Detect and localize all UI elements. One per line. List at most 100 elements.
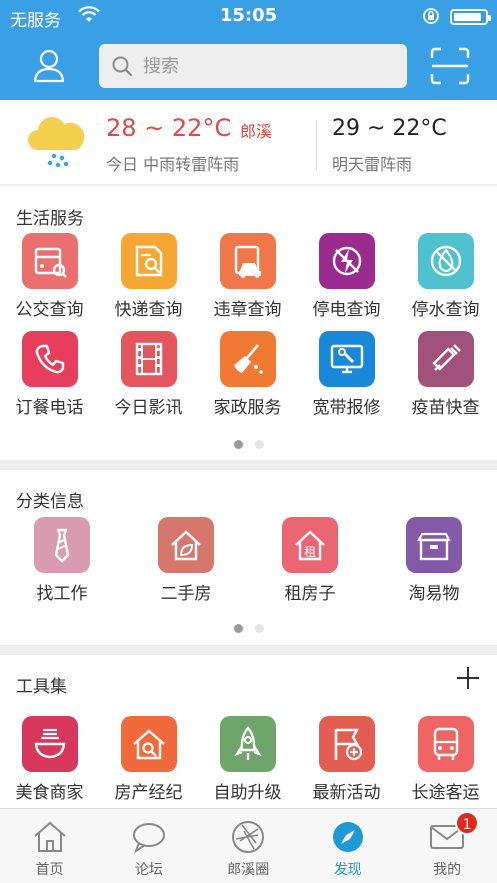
section-title-life-services: 生活服务 bbox=[16, 209, 84, 229]
search-icon bbox=[111, 55, 133, 77]
search-input[interactable] bbox=[143, 50, 393, 82]
tomorrow-forecast: 明天雷阵雨 bbox=[332, 155, 413, 174]
service-tile[interactable]: 租租房子 bbox=[248, 517, 372, 604]
service-tile[interactable]: 美食商家 bbox=[1, 716, 98, 803]
tie-icon bbox=[34, 517, 90, 573]
service-tile[interactable]: 房产经纪 bbox=[100, 716, 197, 803]
status-bar: 无服务 15:05 bbox=[0, 0, 497, 34]
page-indicator-classified bbox=[0, 618, 497, 633]
scan-icon bbox=[430, 47, 470, 85]
flag-plus-icon bbox=[318, 716, 375, 772]
home-icon bbox=[30, 817, 70, 857]
tile-label: 停水查询 bbox=[411, 300, 480, 320]
plus-icon bbox=[457, 667, 479, 689]
tab-mail[interactable]: 1 我的 bbox=[398, 811, 497, 879]
tile-label: 宽带报修 bbox=[312, 398, 381, 418]
page-dot bbox=[254, 440, 264, 449]
tab-bar: 首页 论坛 郎溪圈 发现 1 我的 bbox=[0, 808, 497, 883]
tile-label: 找工作 bbox=[36, 584, 88, 604]
service-tile[interactable]: 家政服务 bbox=[199, 331, 296, 418]
service-tile[interactable]: 公交查询 bbox=[1, 233, 98, 320]
film-icon bbox=[120, 331, 177, 387]
weather-panel[interactable]: 28 ~ 22°C 郎溪 今日 中雨转雷阵雨 29 ~ 22°C 明天雷阵雨 bbox=[0, 100, 497, 184]
tile-label: 违章查询 bbox=[213, 300, 282, 320]
tile-label: 房产经纪 bbox=[114, 783, 183, 803]
service-tile[interactable]: 二手房 bbox=[124, 517, 248, 604]
user-icon bbox=[33, 49, 65, 83]
service-tile[interactable]: 最新活动 bbox=[298, 716, 395, 803]
service-tile[interactable]: 长途客运 bbox=[397, 716, 494, 803]
tab-home[interactable]: 首页 bbox=[0, 813, 99, 879]
section-title-classified: 分类信息 bbox=[16, 492, 84, 512]
tile-label: 最新活动 bbox=[312, 783, 381, 803]
box-icon bbox=[406, 517, 462, 573]
tab-label: 郎溪圈 bbox=[227, 862, 270, 878]
broom-icon bbox=[219, 331, 276, 387]
phone-icon bbox=[21, 331, 78, 387]
service-tile[interactable]: 宽带报修 bbox=[298, 331, 395, 418]
today-temperature: 28 ~ 22°C bbox=[106, 114, 232, 142]
city-name: 郎溪 bbox=[240, 122, 273, 141]
service-tile[interactable]: 找工作 bbox=[0, 517, 124, 604]
today-forecast: 今日 中雨转雷阵雨 bbox=[106, 155, 240, 174]
service-tile[interactable]: 停电查询 bbox=[298, 233, 395, 320]
syringe-icon bbox=[417, 331, 474, 387]
tab-chat[interactable]: 论坛 bbox=[99, 813, 198, 879]
section-title-tools: 工具集 bbox=[16, 677, 67, 697]
bus-card-icon bbox=[21, 233, 78, 289]
tile-label: 长途客运 bbox=[411, 783, 480, 803]
service-tile[interactable]: 疫苗快查 bbox=[397, 331, 494, 418]
water-off-icon bbox=[417, 233, 474, 289]
search-bar[interactable] bbox=[99, 44, 407, 88]
page-indicator-life bbox=[0, 434, 497, 449]
page-dot-active bbox=[233, 440, 243, 449]
page-dot-active bbox=[233, 624, 243, 633]
service-tile[interactable]: 今日影讯 bbox=[100, 331, 197, 418]
tab-label: 论坛 bbox=[134, 862, 163, 878]
service-tile[interactable]: 快递查询 bbox=[100, 233, 197, 320]
battery-fill bbox=[454, 13, 481, 21]
tile-label: 公交查询 bbox=[15, 300, 84, 320]
svg-text:租: 租 bbox=[304, 545, 316, 559]
add-tool-button[interactable] bbox=[454, 664, 482, 692]
scan-button[interactable] bbox=[428, 46, 472, 86]
coach-icon bbox=[417, 716, 474, 772]
tile-label: 疫苗快查 bbox=[411, 398, 480, 418]
rotation-lock-icon bbox=[422, 7, 440, 25]
service-tile[interactable]: 自助升级 bbox=[199, 716, 296, 803]
compass-icon bbox=[328, 817, 368, 857]
house-rent-icon: 租 bbox=[282, 517, 338, 573]
page-dot bbox=[254, 624, 264, 633]
aperture-icon bbox=[228, 817, 268, 857]
profile-button[interactable] bbox=[26, 46, 72, 86]
tab-compass[interactable]: 发现 bbox=[298, 813, 397, 879]
service-tile[interactable]: 停水查询 bbox=[397, 233, 494, 320]
service-tile[interactable]: 淘易物 bbox=[372, 517, 496, 604]
tab-label: 我的 bbox=[433, 862, 462, 878]
section-gap bbox=[0, 645, 497, 655]
power-off-icon bbox=[318, 233, 375, 289]
tile-label: 今日影讯 bbox=[114, 398, 183, 418]
house-search-icon bbox=[120, 716, 177, 772]
weather-divider bbox=[316, 120, 317, 170]
bowl-icon bbox=[21, 716, 78, 772]
tomorrow-temperature: 29 ~ 22°C bbox=[332, 116, 447, 141]
tile-label: 淘易物 bbox=[408, 584, 460, 604]
tile-label: 快递查询 bbox=[114, 300, 183, 320]
tile-label: 自助升级 bbox=[213, 783, 282, 803]
monitor-wrench-icon bbox=[318, 331, 375, 387]
chat-icon bbox=[129, 817, 169, 857]
tab-aperture[interactable]: 郎溪圈 bbox=[199, 813, 298, 879]
tile-label: 租房子 bbox=[284, 584, 336, 604]
service-tile[interactable]: 订餐电话 bbox=[1, 331, 98, 418]
house-leaf-icon bbox=[158, 517, 214, 573]
tile-label: 家政服务 bbox=[213, 398, 282, 418]
tile-label: 美食商家 bbox=[15, 783, 84, 803]
divider bbox=[0, 184, 497, 186]
tab-label: 发现 bbox=[333, 862, 362, 878]
mail-icon: 1 bbox=[427, 811, 480, 857]
rocket-icon bbox=[219, 716, 276, 772]
tab-label: 首页 bbox=[35, 862, 64, 878]
service-tile[interactable]: 违章查询 bbox=[199, 233, 296, 320]
tile-label: 订餐电话 bbox=[15, 398, 84, 418]
